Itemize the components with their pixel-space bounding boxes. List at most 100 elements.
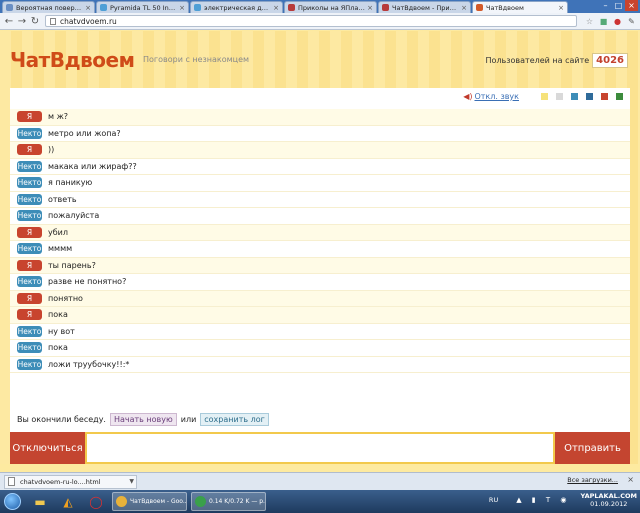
task-label: 0.14 K/0.72 K — р... [209,498,266,505]
windows-logo-icon [3,493,21,510]
chat-input-bar: Отключиться Отправить [10,432,630,464]
all-downloads-link[interactable]: Все загрузки... [567,476,618,484]
message-text: убил [48,227,68,237]
maximize-icon[interactable]: □ [612,0,625,11]
message-text: понятно [48,293,83,303]
close-tab-icon[interactable]: × [179,4,185,12]
sender-badge: Я [17,259,42,271]
site-slogan: Поговори с незнакомцем [143,55,250,64]
close-tab-icon[interactable]: × [85,4,91,12]
folder-icon[interactable]: ▬ [28,492,52,512]
browser-tab-strip: Вероятная поверхность |×Pyramida TL 50 I… [0,0,640,13]
theme-swatch[interactable] [586,93,593,100]
watermark-text: YAPLAKAL.COM [580,492,638,500]
mute-sound-link[interactable]: Откл. звук [474,92,519,101]
message-text: пока [48,310,68,320]
close-tab-icon[interactable]: × [461,4,467,12]
tab-list: Вероятная поверхность |×Pyramida TL 50 I… [2,1,569,13]
close-tab-icon[interactable]: × [367,4,373,12]
message-row: Япока [10,307,630,324]
taskbar-task[interactable]: 0.14 K/0.72 K — р... [191,492,266,511]
message-row: Некто макака или жираф?? [10,158,630,175]
browser-extensions: ☆ ■ ● ✎ [581,16,637,27]
theme-swatches [533,93,623,100]
message-row: Некто я паникую [10,175,630,192]
message-row: Ям ж? [10,109,630,126]
theme-swatch[interactable] [541,93,548,100]
message-row: Некто метро или жопа? [10,125,630,142]
message-text: ответь [48,194,77,204]
close-tab-icon[interactable]: × [558,4,564,12]
theme-swatch[interactable] [616,93,623,100]
reload-icon[interactable]: ↻ [29,15,41,27]
browser-tab[interactable]: ЧатВдвоем - Приколы из× [378,1,471,13]
browser-toolbar: ← → ↻ chatvdvoem.ru ☆ ■ ● ✎ [0,13,640,30]
sender-badge: Некто [17,210,42,222]
message-text: макака или жираф?? [48,161,137,171]
taskbar: ▬ ◭ ◯ ЧатВдвоем - Goo... 0.14 K/0.72 K — … [0,490,640,513]
clock[interactable]: YAPLAKAL.COM 01.09.2012 [581,492,638,508]
sender-badge: Некто [17,342,42,354]
message-row: Некто ответь [10,191,630,208]
chevron-down-icon[interactable]: ▼ [129,478,134,485]
disconnect-button[interactable]: Отключиться [10,432,85,464]
new-chat-button[interactable]: Начать новую [109,413,177,426]
page-icon [50,17,56,25]
theme-swatch[interactable] [571,93,578,100]
users-online-count: 4026 [592,53,628,68]
browser-tab[interactable]: ЧатВдвоем × [472,1,568,13]
tab-title: Приколы на ЯПлакалъ [298,3,365,12]
message-text: пожалуйста [48,211,100,221]
message-row: Некто мммм [10,241,630,258]
close-icon[interactable]: × [627,475,634,484]
browser-tab[interactable]: Приколы на ЯПлакалъ× [284,1,377,13]
start-button[interactable] [0,491,24,513]
minimize-icon[interactable]: – [599,0,612,11]
back-icon[interactable]: ← [3,15,15,27]
browser-tab[interactable]: электрическая духовка |× [190,1,283,13]
taskbar-task[interactable]: ЧатВдвоем - Goo... [112,492,187,511]
theme-swatch[interactable] [556,93,563,100]
site-logo[interactable]: ЧатВдвоем [10,48,135,72]
save-log-button[interactable]: сохранить лог [200,413,269,426]
sender-badge: Некто [17,358,42,370]
sender-badge: Некто [17,325,42,337]
language-indicator[interactable]: RU [489,496,498,504]
tab-title: ЧатВдвоем [486,3,524,12]
sender-badge: Некто [17,276,42,288]
message-row: Некто ну вот [10,323,630,340]
send-button[interactable]: Отправить [555,432,630,464]
sender-badge: Некто [17,160,42,172]
notifications-icon[interactable]: ● [612,16,623,27]
close-tab-icon[interactable]: × [273,4,279,12]
task-label: ЧатВдвоем - Goo... [130,498,187,505]
or-text: или [180,415,197,424]
message-row: Яубил [10,224,630,241]
tab-favicon-icon [194,4,201,11]
app-icon [195,496,206,507]
speaker-icon: ◀) [463,92,473,101]
media-player-icon[interactable]: ◭ [56,492,80,512]
theme-swatch[interactable] [601,93,608,100]
message-text: ложи труубочку!!:* [48,359,130,369]
close-window-icon[interactable]: × [625,0,638,11]
download-file-name: chatvdvoem-ru-lo....html [20,477,101,486]
message-input[interactable] [85,432,555,464]
download-item[interactable]: chatvdvoem-ru-lo....html ▼ [4,474,137,489]
address-bar[interactable]: chatvdvoem.ru [45,15,577,27]
tray-icons: ▲ ▮ T ◉ [516,496,571,504]
browser-tab[interactable]: Pyramida TL 50 Inox | кор× [96,1,189,13]
message-row: Некто пожалуйста [10,208,630,225]
system-tray: RU ▲ ▮ T ◉ YAPLAKAL.COM 01.09.2012 [489,492,637,508]
tab-favicon-icon [100,4,107,11]
wrench-icon[interactable]: ✎ [626,16,637,27]
message-text: разве не понятно? [48,277,127,287]
opera-icon[interactable]: ◯ [84,492,108,512]
bookmark-star-icon[interactable]: ☆ [584,16,595,27]
message-row: Японятно [10,290,630,307]
message-row: Некто пока [10,340,630,357]
browser-tab[interactable]: Вероятная поверхность |× [2,1,95,13]
extension-icon[interactable]: ■ [598,16,609,27]
task-list: ЧатВдвоем - Goo... 0.14 K/0.72 K — р... [108,492,266,511]
forward-icon[interactable]: → [16,15,28,27]
